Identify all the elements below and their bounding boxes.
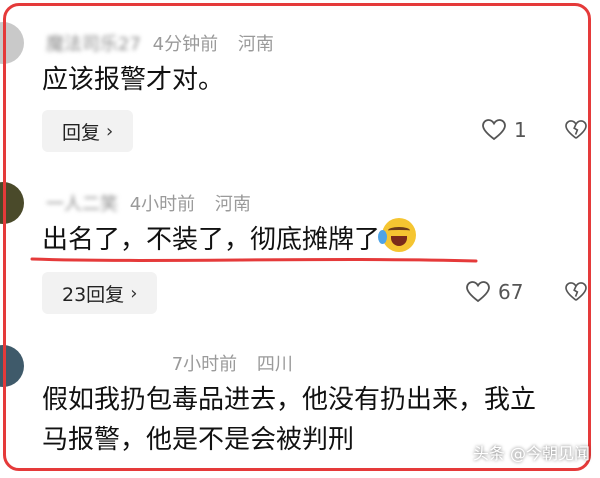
chevron-right-icon: › [130, 282, 138, 304]
broken-heart-icon [565, 120, 587, 140]
comment-text: 出名了，不装了，彻底摊牌了 [42, 218, 417, 260]
reply-label: 回复 [62, 121, 101, 144]
avatar[interactable] [0, 182, 24, 224]
comment-text: 应该报警才对。 [42, 65, 225, 95]
heart-icon [466, 281, 490, 303]
comment-meta: 一人二笑 4小时前 河南 [46, 190, 251, 216]
comment-text-line-1: 假如我扔包毒品进去，他没有扔出来，我立 [42, 385, 537, 415]
watermark: 头条 @今朝见闻 [472, 444, 590, 463]
reply-button[interactable]: 回复 › [42, 110, 134, 152]
laughing-crying-emoji [378, 218, 417, 252]
like-count: 1 [514, 118, 527, 142]
like-button[interactable]: 1 [482, 118, 527, 142]
red-underline-annotation [30, 257, 478, 263]
location: 河南 [214, 194, 251, 215]
avatar[interactable] [0, 22, 24, 64]
comment-text-line-2: 马报警，他是不是会被判刑 [42, 425, 355, 455]
avatar[interactable] [0, 345, 24, 387]
chevron-right-icon: › [106, 120, 114, 142]
location: 四川 [256, 354, 293, 375]
timestamp: 7小时前 [171, 354, 238, 375]
like-button[interactable]: 67 [466, 280, 523, 304]
timestamp: 4分钟前 [152, 34, 219, 55]
dislike-button[interactable] [565, 282, 587, 302]
comment-meta: 7小时前 四川 [160, 350, 293, 376]
heart-icon [482, 119, 506, 141]
reply-label: 23回复 [62, 283, 125, 306]
timestamp: 4小时前 [129, 194, 196, 215]
location: 河南 [237, 34, 274, 55]
like-count: 67 [498, 280, 524, 304]
broken-heart-icon [565, 282, 587, 302]
reply-button[interactable]: 23回复 › [42, 272, 158, 314]
username[interactable]: 一人二笑 [46, 190, 118, 216]
username[interactable]: 魔法司乐27 [46, 30, 141, 56]
comment-meta: 魔法司乐27 4分钟前 河南 [46, 30, 274, 56]
dislike-button[interactable] [565, 120, 587, 140]
